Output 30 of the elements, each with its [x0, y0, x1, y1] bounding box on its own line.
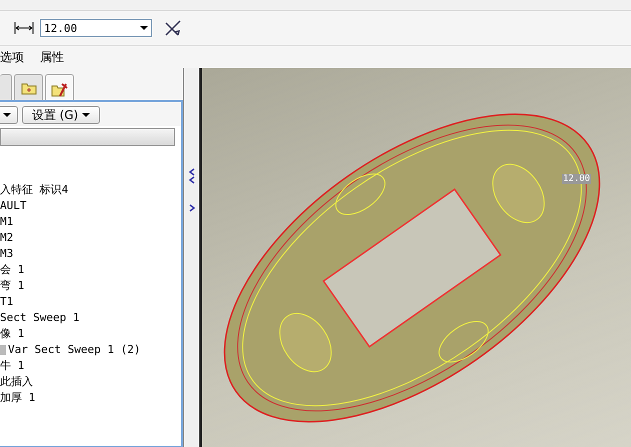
tree-item[interactable]: 此插入 — [0, 374, 182, 390]
tree-item[interactable]: M3 — [0, 246, 182, 262]
collapse-arrows-icon[interactable] — [188, 168, 196, 184]
tree-item[interactable]: Var Sect Sweep 1 (2) — [0, 342, 182, 358]
show-dropdown-button[interactable] — [0, 106, 18, 124]
caret-icon — [140, 26, 148, 30]
flip-direction-icon[interactable] — [164, 19, 182, 37]
tree-item[interactable]: AULT — [0, 198, 182, 214]
folder-tools-icon — [50, 80, 68, 96]
tree-item[interactable]: M2 — [0, 230, 182, 246]
tree-item[interactable]: 入特征 标识4 — [0, 182, 182, 198]
caret-icon — [82, 113, 90, 117]
caret-icon — [3, 113, 11, 117]
tree-item[interactable]: T1 — [0, 294, 182, 310]
settings-button[interactable]: 设置 (G) — [22, 106, 100, 124]
thickness-icon[interactable] — [14, 21, 34, 35]
panel-tab[interactable] — [14, 74, 43, 100]
menu-item[interactable]: 选项 — [0, 48, 24, 66]
tree-item[interactable]: 会 1 — [0, 262, 182, 278]
panel-tab[interactable] — [45, 74, 74, 102]
tree-item[interactable]: 加厚 1 — [0, 390, 182, 406]
tree-item[interactable]: 牛 1 — [0, 358, 182, 374]
splitter[interactable] — [183, 68, 200, 447]
menu-item[interactable]: 属性 — [40, 48, 64, 66]
tree-item[interactable]: 像 1 — [0, 326, 182, 342]
thickness-dropdown[interactable]: 12.00 — [40, 19, 152, 37]
folder-icon — [20, 80, 36, 94]
tree-item[interactable]: 弯 1 — [0, 278, 182, 294]
tree-item[interactable]: M1 — [0, 214, 182, 230]
tree-item[interactable]: Sect Sweep 1 — [0, 310, 182, 326]
